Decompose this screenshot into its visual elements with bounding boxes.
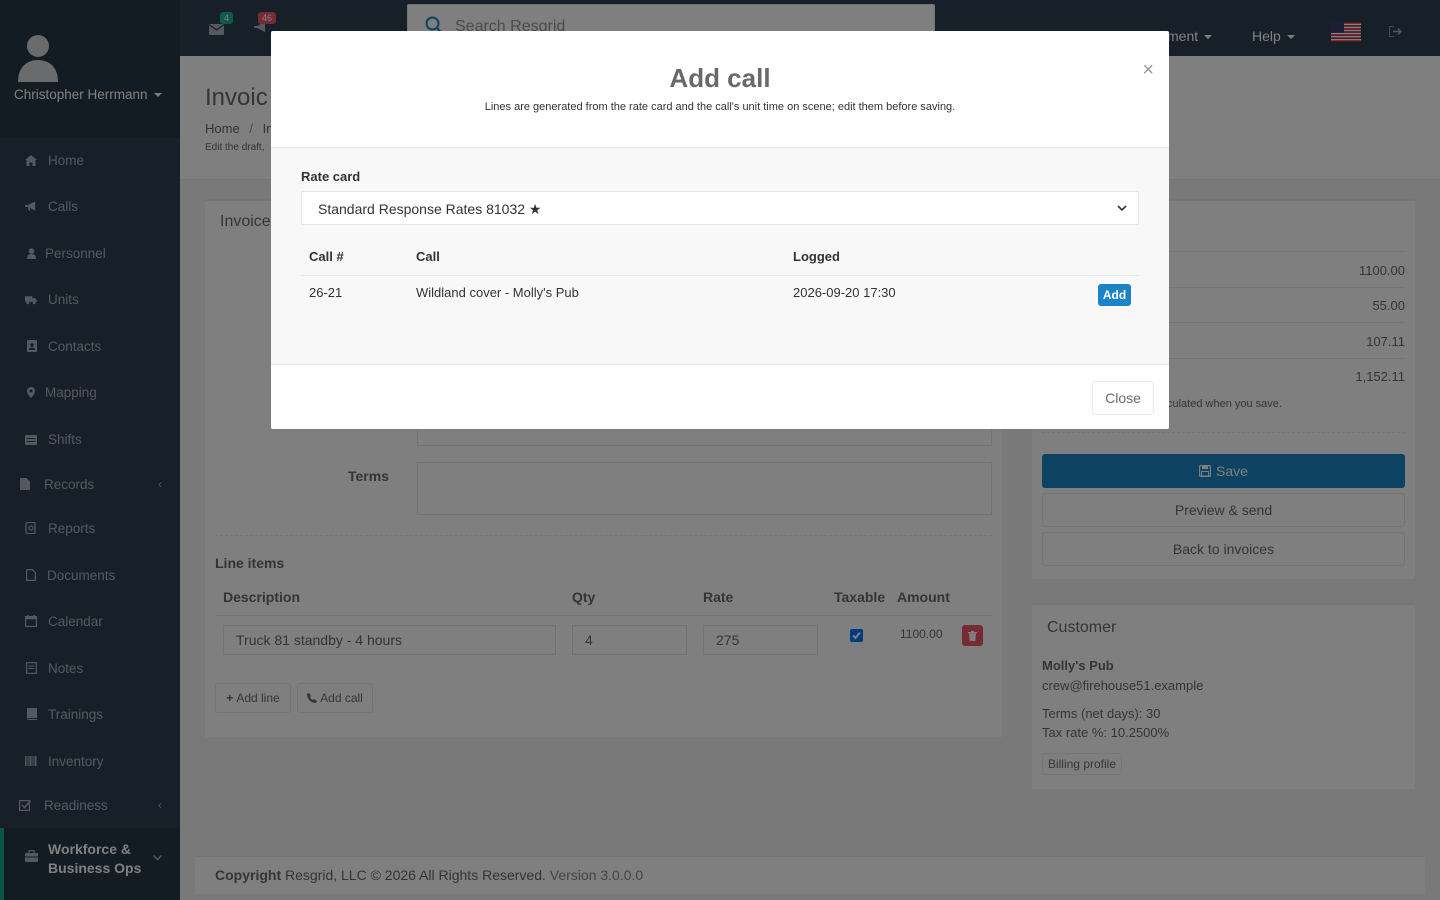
modal-subtitle: Lines are generated from the rate card a…: [484, 101, 956, 113]
column-header-logged: Logged: [793, 249, 840, 264]
rate-card-select[interactable]: Standard Response Rates 81032 ★: [301, 191, 1139, 225]
modal-title: Add call: [669, 63, 771, 93]
close-icon[interactable]: ×: [1142, 59, 1154, 82]
add-call-modal: Add call Lines are generated from the ra…: [271, 31, 1169, 429]
column-header-call-no: Call #: [309, 249, 344, 264]
close-button[interactable]: Close: [1092, 381, 1154, 415]
call-name: Wildland cover - Molly's Pub: [416, 285, 579, 300]
chevron-down-icon: [1117, 205, 1127, 212]
column-header-call: Call: [416, 249, 440, 264]
modal-body: Rate card Standard Response Rates 81032 …: [271, 148, 1169, 365]
rate-card-value: Standard Response Rates 81032 ★: [318, 201, 542, 217]
rate-card-label: Rate card: [301, 169, 361, 184]
divider: [301, 275, 1139, 276]
add-call-row-button[interactable]: Add: [1098, 284, 1131, 306]
modal-header: Add call Lines are generated from the ra…: [271, 31, 1169, 148]
call-number: 26-21: [309, 285, 343, 300]
call-logged: 2026-09-20 17:30: [793, 285, 896, 300]
